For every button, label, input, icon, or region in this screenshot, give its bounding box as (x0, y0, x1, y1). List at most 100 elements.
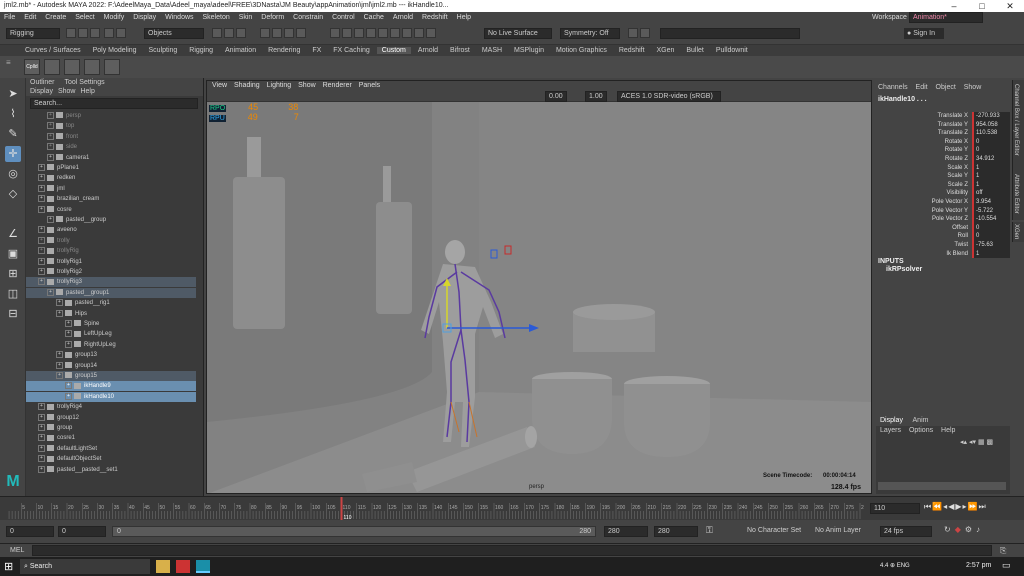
outliner-row[interactable]: + front (26, 132, 196, 142)
channel-name[interactable]: Translate X (938, 112, 968, 121)
outliner-row[interactable]: + side (26, 142, 196, 152)
outliner-row[interactable]: + camera1 (26, 153, 196, 163)
outliner-row[interactable]: + brazilian_cream (26, 194, 196, 204)
show-attribute-editor-icon[interactable] (640, 28, 650, 38)
channel-row[interactable]: Scale X 1 (874, 163, 1010, 173)
shelf-tab-msplugin[interactable]: MSPlugin (509, 47, 549, 54)
outliner-row[interactable]: + persp (26, 111, 196, 121)
playback-end-field[interactable]: 280 (604, 526, 648, 537)
four-view-icon[interactable]: ⊞ (5, 266, 21, 282)
playback-start-field[interactable]: 0 (58, 526, 106, 537)
channel-name[interactable]: Twist (954, 241, 968, 250)
last-tool-icon[interactable]: ∠ (5, 226, 21, 242)
layer-tab-display[interactable]: Display (880, 417, 903, 424)
channel-row[interactable]: Rotate Z 34.912 (874, 155, 1010, 164)
snap-point-icon[interactable] (284, 28, 294, 38)
channel-value-field[interactable]: 1 (972, 172, 1010, 181)
tool-settings-tab[interactable]: Tool Settings (65, 79, 105, 86)
paint-select-icon[interactable]: ✎ (5, 126, 21, 142)
channel-value-field[interactable]: -270.933 (972, 112, 1010, 121)
layer-menu-help[interactable]: Help (941, 427, 955, 434)
menu-deform[interactable]: Deform (261, 14, 284, 21)
outliner-menu-show[interactable]: Show (58, 88, 76, 95)
outliner-tab[interactable]: Outliner (30, 79, 55, 86)
expand-icon[interactable]: + (65, 392, 72, 400)
select-hierarchy-icon[interactable] (212, 28, 222, 38)
show-modeling-toolkit-icon[interactable] (628, 28, 638, 38)
outliner-row[interactable]: + cosre (26, 205, 196, 215)
layer-scrollbar[interactable] (878, 482, 1006, 490)
channel-name[interactable]: Offset (952, 224, 968, 233)
channel-name[interactable]: Scale Z (948, 181, 968, 190)
step-forward-key-icon[interactable]: ⏩ (968, 502, 979, 511)
expand-icon[interactable]: + (56, 309, 63, 317)
outliner-row[interactable]: + pasted__group (26, 215, 196, 225)
outliner-row[interactable]: + pPlane1 (26, 163, 196, 173)
colorspace-dropdown[interactable]: ACES 1.0 SDR-video (sRGB) (617, 91, 721, 102)
redshift-render-icon[interactable] (402, 28, 412, 38)
channel-row[interactable]: Roll 0 (874, 232, 1010, 241)
live-surface-field[interactable]: No Live Surface (484, 28, 552, 39)
character-set-dropdown[interactable]: No Character Set (744, 526, 804, 537)
expand-icon[interactable]: + (47, 153, 54, 161)
outliner-row[interactable]: + pasted__pasted__set1 (26, 465, 196, 475)
input-node-ikrpsolver[interactable]: ikRPsolver (886, 266, 922, 273)
channel-name[interactable]: Roll (958, 232, 968, 241)
go-to-start-icon[interactable]: ⏮ (924, 502, 932, 511)
expand-icon[interactable]: + (65, 319, 72, 327)
save-scene-icon[interactable] (90, 28, 100, 38)
script-editor-icon[interactable]: ⎘ (1000, 546, 1006, 556)
shelf-tab-curves-surfaces[interactable]: Curves / Surfaces (20, 47, 86, 54)
viewport-menu-show[interactable]: Show (298, 82, 316, 89)
shelf-tab-fx[interactable]: FX (307, 47, 326, 54)
cplld-shelf-button[interactable]: Cplld (24, 59, 40, 75)
key-icon[interactable]: ⚿ (706, 525, 713, 536)
shelf-tab-xgen[interactable]: XGen (652, 47, 680, 54)
outliner-row[interactable]: + group14 (26, 361, 196, 371)
gamma-field[interactable]: 1.00 (585, 91, 607, 102)
redshift-ipr-icon[interactable] (414, 28, 424, 38)
scene-start-field[interactable]: 0 (6, 526, 54, 537)
snap-surface-icon[interactable] (296, 28, 306, 38)
shelf-tab-pulldownit[interactable]: Pulldownit (711, 47, 753, 54)
select-tool-icon[interactable]: ➤ (5, 86, 21, 102)
menu-arnold[interactable]: Arnold (393, 14, 413, 21)
outliner-row[interactable]: + jml (26, 184, 196, 194)
channel-value-field[interactable]: 1 (972, 249, 1010, 259)
channel-row[interactable]: Rotate Y 0 (874, 146, 1010, 155)
layer-tab-anim[interactable]: Anim (913, 417, 929, 424)
shelf-tab-mash[interactable]: MASH (477, 47, 507, 54)
outliner-row[interactable]: + trollyRig1 (26, 257, 196, 267)
outliner-row[interactable]: + RightUpLeg (26, 340, 196, 350)
outliner-row[interactable]: + redken (26, 173, 196, 183)
outliner-row[interactable]: + group12 (26, 413, 196, 423)
play-forward-icon[interactable]: ▶ (955, 502, 962, 511)
render-icon[interactable] (330, 28, 340, 38)
exposure-field[interactable]: 0.00 (545, 91, 567, 102)
move-tool-icon[interactable]: ✛ (5, 146, 21, 162)
expand-icon[interactable]: + (56, 299, 63, 307)
playback-prefs-icon[interactable]: ⚙ (965, 525, 976, 534)
channel-row[interactable]: Scale Z 1 (874, 180, 1010, 190)
undo-icon[interactable] (104, 28, 114, 38)
channel-row[interactable]: Translate X -270.933 (874, 112, 1010, 121)
time-ruler[interactable]: 5 10 15 20 25 30 35 40 45 50 55 60 65 70 75 80 85 90 95 100… (0, 497, 864, 521)
step-back-key-icon[interactable]: ⏪ (932, 502, 943, 511)
channel-name[interactable]: Translate Y (938, 121, 968, 130)
shelf-tab-sculpting[interactable]: Sculpting (144, 47, 183, 54)
shelf-tab-bifrost[interactable]: Bifrost (445, 47, 475, 54)
outliner-row[interactable]: + ikHandle9 (26, 381, 196, 392)
channel-value-field[interactable]: 110.538 (972, 129, 1010, 138)
menu-windows[interactable]: Windows (165, 14, 193, 21)
channel-name[interactable]: Rotate Y (945, 146, 968, 155)
render-settings-icon[interactable] (354, 28, 364, 38)
single-view-icon[interactable]: ▣ (5, 246, 21, 262)
outliner-row[interactable]: + group13 (26, 350, 196, 360)
menu-display[interactable]: Display (133, 14, 156, 21)
channel-name[interactable]: Visibility (946, 189, 968, 198)
redo-icon[interactable] (116, 28, 126, 38)
expand-icon[interactable]: + (38, 184, 45, 192)
symmetry-dropdown[interactable]: Symmetry: Off (560, 28, 620, 39)
shelf-tab-arnold[interactable]: Arnold (413, 47, 443, 54)
new-scene-icon[interactable] (66, 28, 76, 38)
